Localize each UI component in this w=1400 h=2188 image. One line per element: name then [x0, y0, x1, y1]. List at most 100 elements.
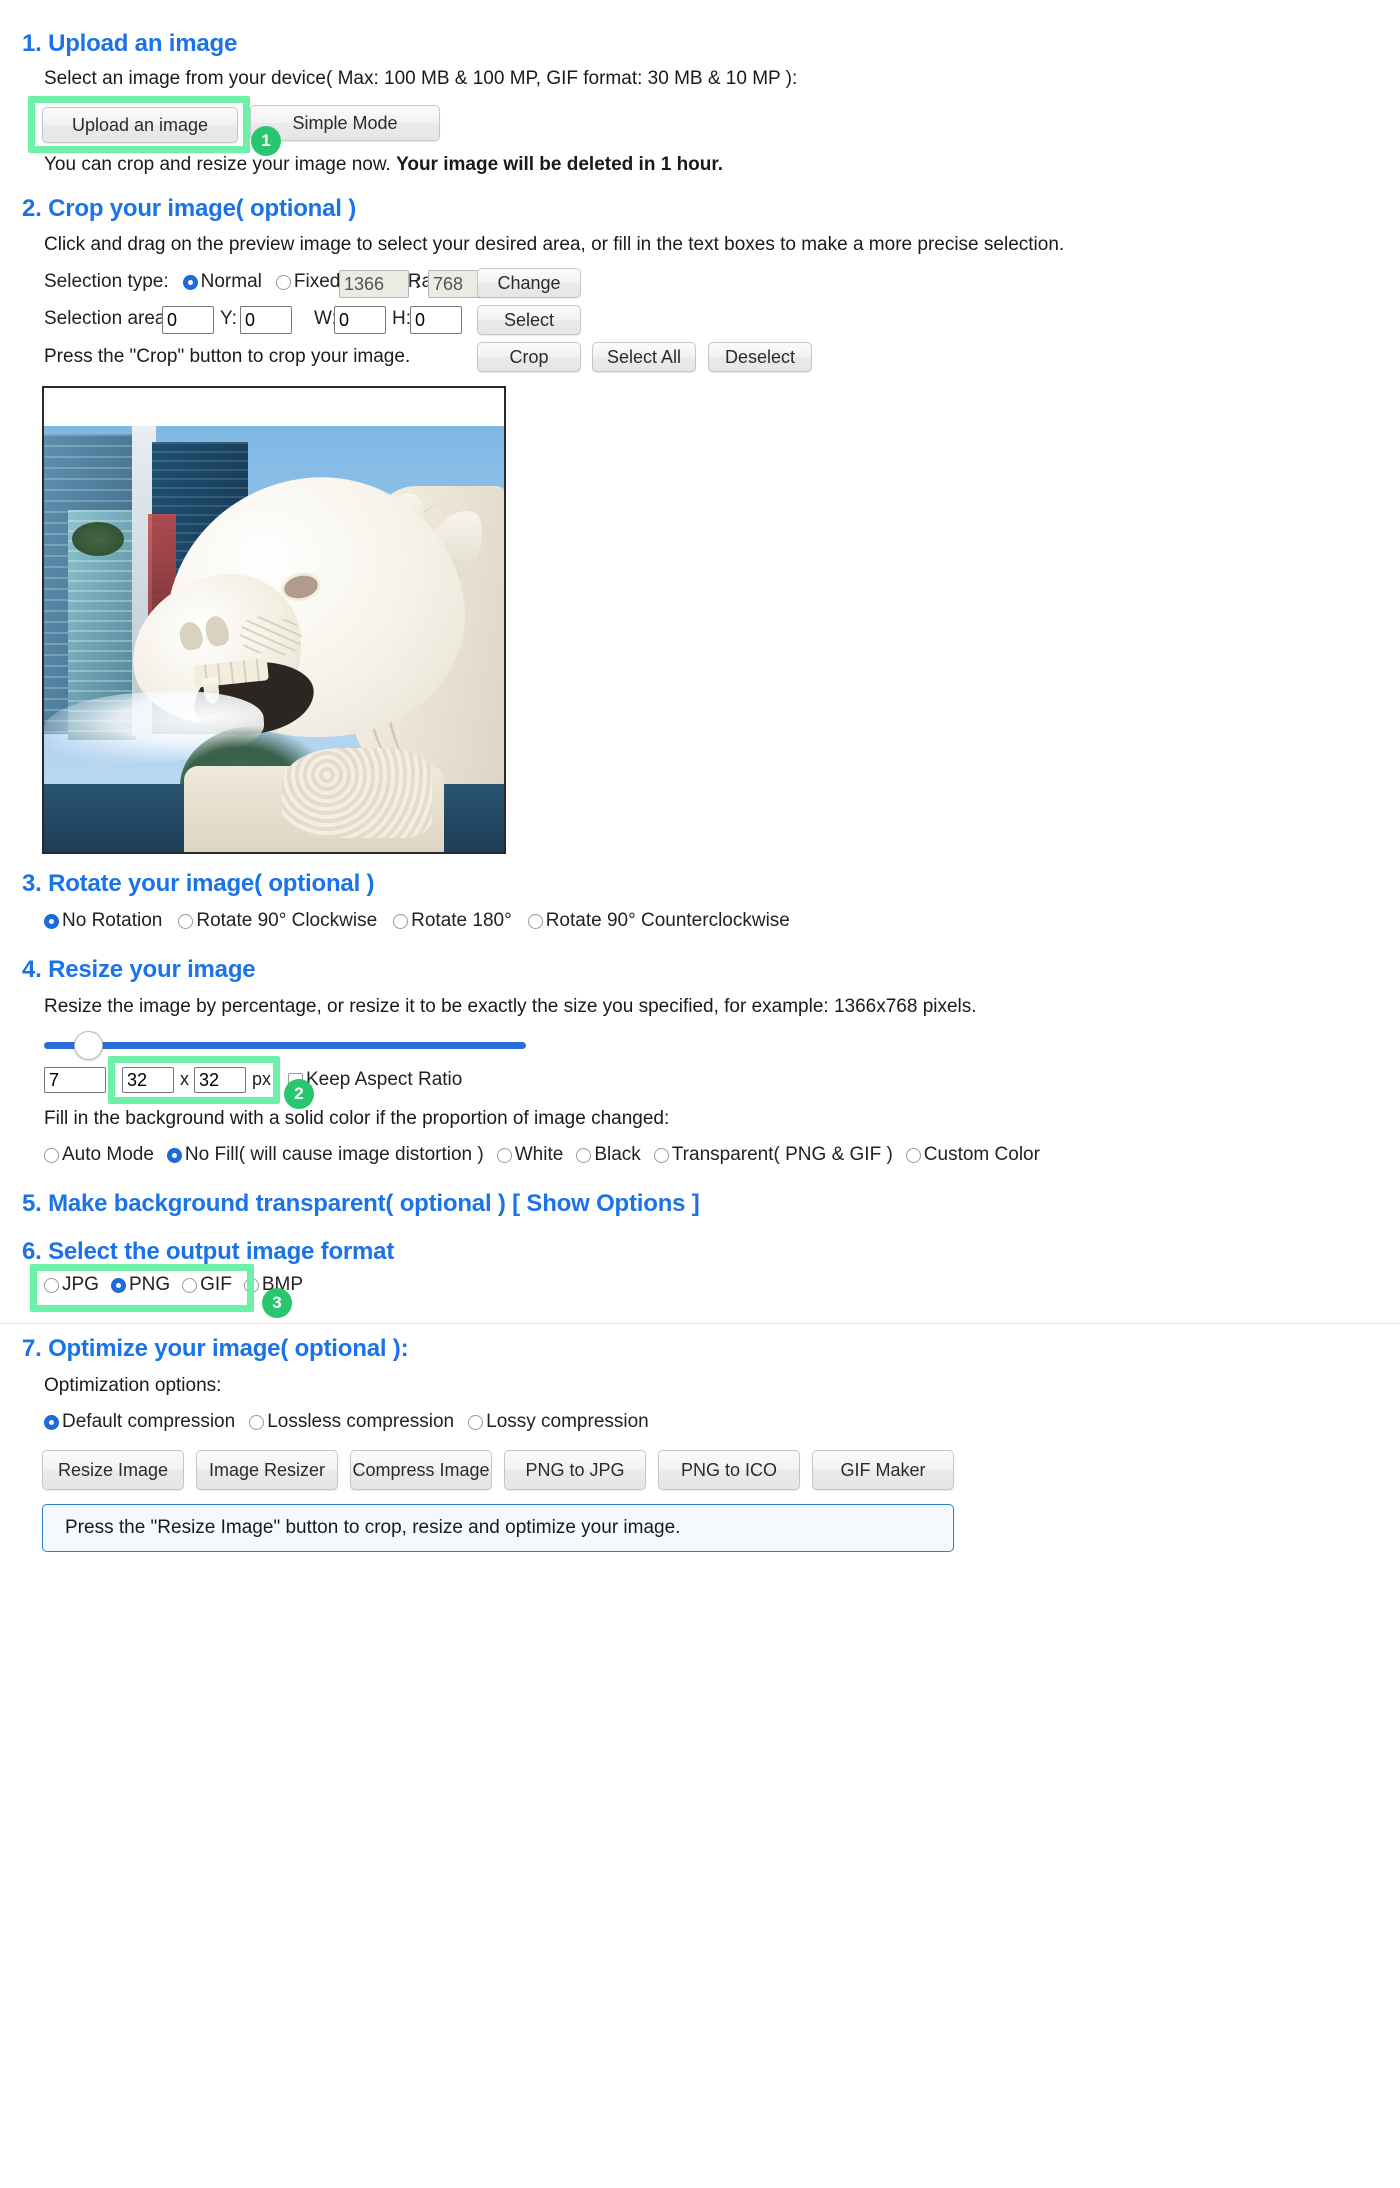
radio-option-white[interactable]: White — [496, 1144, 564, 1166]
radio-no-rotation-icon[interactable] — [44, 913, 59, 929]
upload-note-normal: You can crop and resize your image now. — [44, 154, 397, 175]
radio-png-icon[interactable] — [110, 1277, 126, 1293]
radio-rotate-90-cw-label: Rotate 90° Clockwise — [196, 910, 378, 931]
optimization-options-label: Optimization options: — [44, 1375, 222, 1396]
radio-option-rotate-90-cw[interactable]: Rotate 90° Clockwise — [178, 910, 377, 932]
radio-default-compression-label: Default compression — [62, 1411, 236, 1432]
upload-note: You can crop and resize your image now. … — [44, 154, 723, 176]
radio-black-icon[interactable] — [576, 1147, 592, 1163]
crop-hint: Press the "Crop" button to crop your ima… — [44, 346, 411, 367]
selection-x-input[interactable]: 0 — [162, 306, 214, 334]
radio-normal-label: Normal — [200, 271, 262, 292]
radio-option-custom-color[interactable]: Custom Color — [905, 1144, 1040, 1166]
image-resizer-button[interactable]: Image Resizer — [196, 1450, 338, 1490]
fill-options-row: Auto Mode No Fill( will cause image dist… — [44, 1144, 1040, 1166]
resize-height-input[interactable]: 32 — [194, 1067, 246, 1093]
radio-option-normal[interactable]: Normal — [182, 271, 262, 293]
optimize-options-row: Default compression Lossless compression… — [44, 1411, 649, 1433]
radio-bmp-icon[interactable] — [243, 1277, 259, 1293]
radio-jpg-icon[interactable] — [44, 1277, 59, 1293]
lion-paw — [282, 748, 432, 838]
radio-transparent-icon[interactable] — [653, 1147, 669, 1163]
radio-rotate-180-label: Rotate 180° — [411, 910, 512, 931]
radio-no-fill-icon[interactable] — [166, 1147, 182, 1163]
radio-option-png[interactable]: PNG — [110, 1274, 171, 1296]
format-options-row: JPG PNG GIF BMP — [44, 1274, 303, 1296]
keep-aspect-ratio-option[interactable]: Keep Aspect Ratio — [288, 1069, 462, 1091]
image-preview-frame[interactable] — [42, 386, 506, 854]
radio-option-transparent[interactable]: Transparent( PNG & GIF ) — [653, 1144, 893, 1166]
radio-gif-icon[interactable] — [182, 1277, 198, 1293]
resize-percent-input[interactable]: 7 — [44, 1067, 106, 1093]
gif-maker-button[interactable]: GIF Maker — [812, 1450, 954, 1490]
selection-h-label: H: — [392, 308, 411, 329]
change-ratio-button[interactable]: Change — [477, 268, 581, 298]
select-button[interactable]: Select — [477, 305, 581, 335]
upload-description: Select an image from your device( Max: 1… — [44, 68, 798, 89]
radio-white-icon[interactable] — [496, 1147, 512, 1163]
radio-rotate-180-icon[interactable] — [393, 913, 409, 929]
radio-jpg-label: JPG — [62, 1274, 99, 1295]
radio-option-jpg[interactable]: JPG — [44, 1274, 99, 1296]
radio-option-auto-mode[interactable]: Auto Mode — [44, 1144, 154, 1166]
slider-thumb[interactable] — [74, 1031, 103, 1060]
radio-fixed-ratio-icon[interactable] — [275, 274, 291, 290]
preview-photo[interactable] — [44, 426, 504, 852]
radio-option-lossy-compression[interactable]: Lossy compression — [468, 1411, 649, 1433]
radio-option-lossless-compression[interactable]: Lossless compression — [249, 1411, 454, 1433]
section-title-rotate: 3. Rotate your image( optional ) — [22, 870, 375, 897]
aspect-ratio-separator: : — [415, 272, 421, 293]
crop-button[interactable]: Crop — [477, 342, 581, 372]
crop-description: Click and drag on the preview image to s… — [44, 234, 1065, 255]
resize-notice: Press the "Resize Image" button to crop,… — [42, 1504, 954, 1552]
resize-image-button[interactable]: Resize Image — [42, 1450, 184, 1490]
deselect-button[interactable]: Deselect — [708, 342, 812, 372]
radio-option-no-fill[interactable]: No Fill( will cause image distortion ) — [166, 1144, 484, 1166]
selection-w-input[interactable]: 0 — [334, 306, 386, 334]
radio-custom-color-icon[interactable] — [905, 1147, 921, 1163]
section-title-crop: 2. Crop your image( optional ) — [22, 195, 357, 222]
selection-h-input[interactable]: 0 — [410, 306, 462, 334]
upload-an-image-button[interactable]: Upload an image — [42, 107, 238, 143]
radio-no-fill-label: No Fill( will cause image distortion ) — [184, 1144, 484, 1165]
radio-auto-mode-icon[interactable] — [44, 1147, 59, 1163]
radio-lossy-compression-icon[interactable] — [468, 1414, 484, 1430]
resize-description: Resize the image by percentage, or resiz… — [44, 996, 977, 1017]
radio-png-label: PNG — [128, 1274, 171, 1295]
radio-lossy-compression-label: Lossy compression — [486, 1411, 649, 1432]
radio-default-compression-icon[interactable] — [44, 1414, 59, 1430]
resize-width-input[interactable]: 32 — [122, 1067, 174, 1093]
resize-percent-slider[interactable] — [44, 1030, 526, 1064]
radio-option-black[interactable]: Black — [576, 1144, 641, 1166]
radio-option-rotate-90-ccw[interactable]: Rotate 90° Counterclockwise — [527, 910, 790, 932]
radio-lossless-compression-icon[interactable] — [249, 1414, 265, 1430]
show-options-link[interactable]: [ Show Options ] — [512, 1190, 700, 1217]
select-all-button[interactable]: Select All — [592, 342, 696, 372]
radio-rotate-90-cw-icon[interactable] — [178, 913, 194, 929]
compress-image-button[interactable]: Compress Image — [350, 1450, 492, 1490]
radio-rotate-90-ccw-icon[interactable] — [527, 913, 543, 929]
radio-option-no-rotation[interactable]: No Rotation — [44, 910, 162, 932]
section-title-optimize: 7. Optimize your image( optional ): — [22, 1335, 409, 1362]
badge-1: 1 — [251, 126, 281, 156]
selection-y-input[interactable]: 0 — [240, 306, 292, 334]
resize-x-separator: x — [180, 1069, 189, 1089]
radio-option-gif[interactable]: GIF — [182, 1274, 232, 1296]
transparent-title-text: 5. Make background transparent( optional… — [22, 1190, 513, 1217]
badge-3: 3 — [262, 1288, 292, 1318]
radio-white-label: White — [514, 1144, 564, 1165]
selection-type-label: Selection type: — [44, 271, 169, 292]
section-title-format: 6. Select the output image format — [22, 1238, 395, 1265]
keep-aspect-ratio-label: Keep Aspect Ratio — [306, 1069, 463, 1090]
section-title-resize: 4. Resize your image — [22, 956, 256, 983]
aspect-ratio-width-input[interactable]: 1366 — [339, 270, 409, 298]
fill-background-hint: Fill in the background with a solid colo… — [44, 1108, 670, 1129]
radio-option-rotate-180[interactable]: Rotate 180° — [393, 910, 512, 932]
radio-normal-icon[interactable] — [182, 274, 198, 290]
png-to-ico-button[interactable]: PNG to ICO — [658, 1450, 800, 1490]
radio-option-default-compression[interactable]: Default compression — [44, 1411, 235, 1433]
radio-gif-label: GIF — [200, 1274, 232, 1295]
selection-area-label: Selection area: — [44, 308, 171, 329]
radio-rotate-90-ccw-label: Rotate 90° Counterclockwise — [545, 910, 790, 931]
png-to-jpg-button[interactable]: PNG to JPG — [504, 1450, 646, 1490]
